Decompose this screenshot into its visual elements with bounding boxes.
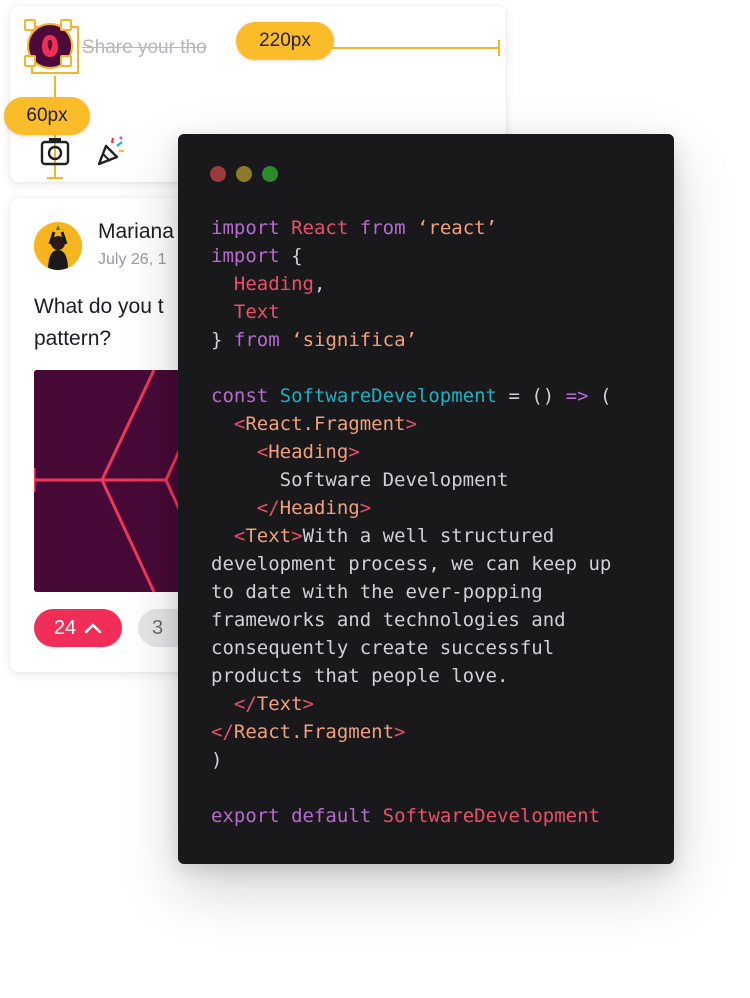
code-line: frameworks and technologies and xyxy=(211,609,566,631)
code-line: <Text>With a well structured xyxy=(233,525,555,547)
width-measure-cap xyxy=(498,40,500,56)
chevron-up-icon xyxy=(84,623,102,634)
resize-handle-top-left[interactable] xyxy=(24,19,36,31)
code-line: import { xyxy=(211,245,303,267)
person-photo xyxy=(34,222,82,270)
code-line: } from ‘significa’ xyxy=(211,329,417,351)
window-maximize-dot[interactable] xyxy=(262,166,278,182)
code-line: development process, we can keep up xyxy=(211,553,612,575)
code-line: </Text> xyxy=(233,693,314,715)
code-editor-window: import React from ‘react’ import { Headin… xyxy=(178,134,674,864)
width-dimension-label: 220px xyxy=(236,22,334,60)
code-line: </Heading> xyxy=(256,497,372,519)
upvote-button[interactable]: 24 xyxy=(34,609,122,647)
share-thoughts-input[interactable] xyxy=(82,34,242,62)
code-line: <React.Fragment> xyxy=(233,413,417,435)
brand-logo-icon xyxy=(42,35,58,57)
resize-handle-bottom-right[interactable] xyxy=(60,55,72,67)
post-date: July 26, 1 xyxy=(98,251,167,268)
author-avatar[interactable] xyxy=(34,222,82,270)
author-name[interactable]: Mariana xyxy=(98,220,174,244)
code-line: Software Development xyxy=(279,469,509,491)
window-minimize-dot[interactable] xyxy=(236,166,252,182)
window-close-dot[interactable] xyxy=(210,166,226,182)
camera-icon[interactable] xyxy=(38,134,72,168)
code-line: <Heading> xyxy=(256,441,360,463)
height-dimension-label: 60px xyxy=(4,97,90,135)
comment-count: 3 xyxy=(152,616,164,639)
resize-handle-top-right[interactable] xyxy=(60,19,72,31)
height-measure-cap xyxy=(47,177,63,179)
vote-count: 24 xyxy=(53,616,77,639)
code-block: import React from ‘react’ import { Headin… xyxy=(211,214,661,830)
code-line: export default SoftwareDevelopment xyxy=(211,805,600,827)
resize-handle-bottom-left[interactable] xyxy=(24,55,36,67)
code-line: const SoftwareDevelopment = () => ( xyxy=(211,385,612,407)
party-popper-icon[interactable] xyxy=(94,134,128,168)
code-line: products that people love. xyxy=(211,665,509,687)
code-line: </React.Fragment> xyxy=(211,721,406,743)
code-line: Text xyxy=(233,301,280,323)
code-line: Heading, xyxy=(233,273,326,295)
code-line: to date with the ever-popping xyxy=(211,581,543,603)
code-line: consequently create successful xyxy=(211,637,555,659)
code-line: import React from ‘react’ xyxy=(211,217,498,239)
code-line: ) xyxy=(211,749,223,771)
